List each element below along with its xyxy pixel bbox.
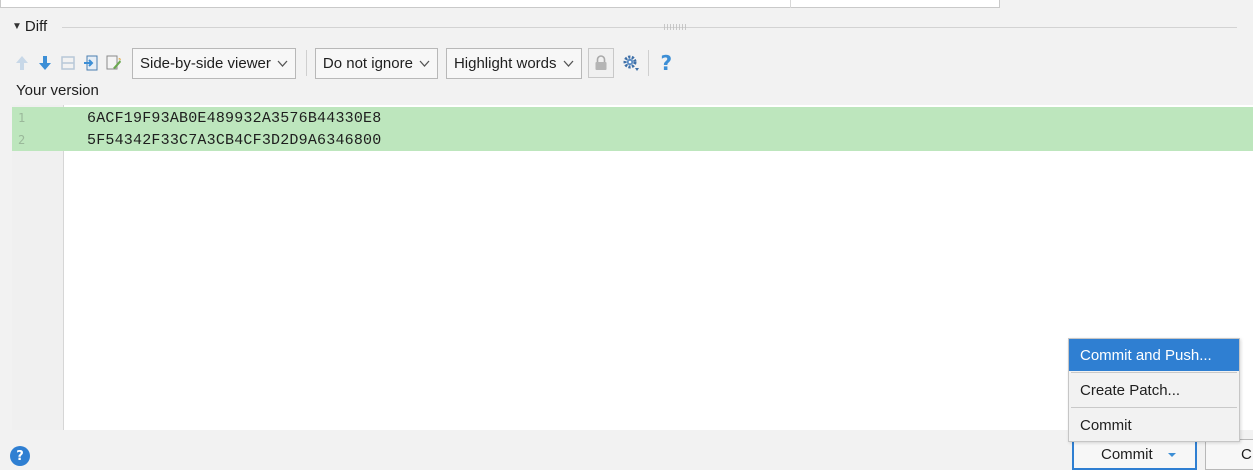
- line-number-gutter: [12, 105, 64, 430]
- diff-toolbar: Side-by-side viewer Do not ignore Highli…: [12, 47, 672, 79]
- cancel-button-label: C: [1241, 446, 1252, 463]
- lock-icon: [595, 55, 606, 70]
- highlight-mode-value: Highlight words: [453, 54, 557, 72]
- commit-options-menu: Commit and Push... Create Patch... Commi…: [1068, 338, 1240, 442]
- line-text: 5F54342F33C7A3CB4CF3D2D9A6346800: [87, 131, 382, 149]
- jump-to-source-icon[interactable]: [81, 53, 101, 73]
- field-divider: [790, 0, 791, 8]
- splitter-grip[interactable]: [664, 24, 686, 30]
- edit-source-icon[interactable]: [104, 53, 124, 73]
- cancel-button[interactable]: C: [1205, 439, 1253, 470]
- commit-button[interactable]: Commit: [1072, 439, 1197, 470]
- section-divider: [62, 27, 1237, 28]
- collapse-unchanged-icon[interactable]: [58, 53, 78, 73]
- commit-message-field[interactable]: [0, 0, 1000, 8]
- ignore-whitespace-select[interactable]: Do not ignore: [314, 47, 438, 79]
- editor-lines: 1 6ACF19F93AB0E489932A3576B44330E8 2 5F5…: [12, 107, 1253, 151]
- line-number: 1: [12, 111, 64, 125]
- previous-difference-icon[interactable]: [12, 53, 32, 73]
- toolbar-separator: [305, 50, 307, 76]
- ignore-whitespace-value: Do not ignore: [322, 54, 413, 72]
- chevron-down-icon: [563, 60, 573, 67]
- menu-separator: [1071, 372, 1237, 373]
- dialog-footer: ?: [0, 430, 1253, 470]
- menu-item-commit[interactable]: Commit: [1069, 409, 1239, 441]
- chevron-down-icon: [419, 60, 430, 67]
- help-icon[interactable]: ?: [661, 51, 673, 75]
- line-number: 2: [12, 133, 64, 147]
- dropdown-arrow-icon[interactable]: [1167, 451, 1177, 459]
- help-button[interactable]: ?: [10, 446, 30, 466]
- collapse-triangle-icon[interactable]: ▼: [12, 21, 22, 32]
- diff-section-header[interactable]: ▼ Diff: [12, 16, 47, 36]
- diff-editor[interactable]: 1 6ACF19F93AB0E489932A3576B44330E8 2 5F5…: [12, 105, 1253, 430]
- menu-separator: [1071, 407, 1237, 408]
- lock-scrolling-button[interactable]: [587, 48, 614, 78]
- next-difference-icon[interactable]: [35, 53, 55, 73]
- commit-button-label: Commit: [1101, 446, 1153, 463]
- chevron-down-icon: [277, 60, 288, 67]
- line-text: 6ACF19F93AB0E489932A3576B44330E8: [87, 109, 382, 127]
- menu-item-commit-and-push[interactable]: Commit and Push...: [1069, 339, 1239, 371]
- diff-section-label: Diff: [24, 17, 48, 35]
- editor-title: Your version: [16, 82, 99, 99]
- added-line[interactable]: 2 5F54342F33C7A3CB4CF3D2D9A6346800: [12, 129, 1253, 151]
- viewer-mode-value: Side-by-side viewer: [140, 54, 271, 72]
- settings-gear-icon[interactable]: [621, 53, 641, 73]
- highlight-mode-select[interactable]: Highlight words: [445, 47, 582, 79]
- added-line[interactable]: 1 6ACF19F93AB0E489932A3576B44330E8: [12, 107, 1253, 129]
- viewer-mode-select[interactable]: Side-by-side viewer: [132, 47, 296, 79]
- top-strip: [0, 0, 1253, 8]
- toolbar-separator: [647, 50, 649, 76]
- menu-item-create-patch[interactable]: Create Patch...: [1069, 374, 1239, 406]
